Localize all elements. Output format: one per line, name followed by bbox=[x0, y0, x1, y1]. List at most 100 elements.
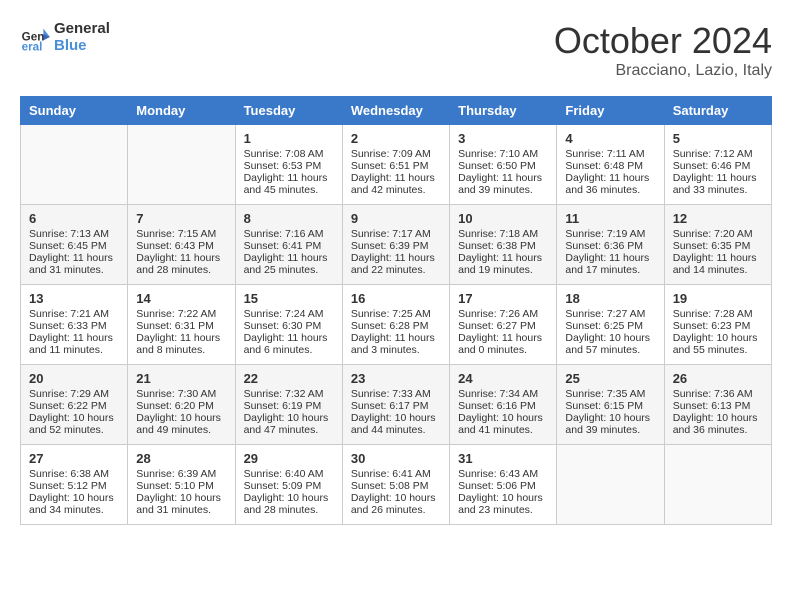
day-header-saturday: Saturday bbox=[664, 97, 771, 125]
sunset-text: Sunset: 6:36 PM bbox=[565, 240, 655, 252]
day-cell: 26Sunrise: 7:36 AMSunset: 6:13 PMDayligh… bbox=[664, 365, 771, 445]
day-number: 24 bbox=[458, 371, 548, 386]
day-cell: 30Sunrise: 6:41 AMSunset: 5:08 PMDayligh… bbox=[342, 445, 449, 525]
sunset-text: Sunset: 6:41 PM bbox=[244, 240, 334, 252]
day-number: 19 bbox=[673, 291, 763, 306]
day-number: 1 bbox=[244, 131, 334, 146]
sunrise-text: Sunrise: 7:15 AM bbox=[136, 228, 226, 240]
sunset-text: Sunset: 6:53 PM bbox=[244, 160, 334, 172]
sunset-text: Sunset: 5:09 PM bbox=[244, 480, 334, 492]
day-cell: 6Sunrise: 7:13 AMSunset: 6:45 PMDaylight… bbox=[21, 205, 128, 285]
daylight-text: Daylight: 10 hours and 41 minutes. bbox=[458, 412, 548, 436]
sunrise-text: Sunrise: 7:30 AM bbox=[136, 388, 226, 400]
day-cell: 21Sunrise: 7:30 AMSunset: 6:20 PMDayligh… bbox=[128, 365, 235, 445]
daylight-text: Daylight: 10 hours and 49 minutes. bbox=[136, 412, 226, 436]
sunrise-text: Sunrise: 7:22 AM bbox=[136, 308, 226, 320]
sunset-text: Sunset: 6:45 PM bbox=[29, 240, 119, 252]
day-cell: 22Sunrise: 7:32 AMSunset: 6:19 PMDayligh… bbox=[235, 365, 342, 445]
sunrise-text: Sunrise: 7:20 AM bbox=[673, 228, 763, 240]
day-number: 6 bbox=[29, 211, 119, 226]
day-header-sunday: Sunday bbox=[21, 97, 128, 125]
daylight-text: Daylight: 11 hours and 33 minutes. bbox=[673, 172, 763, 196]
sunrise-text: Sunrise: 7:18 AM bbox=[458, 228, 548, 240]
week-row-5: 27Sunrise: 6:38 AMSunset: 5:12 PMDayligh… bbox=[21, 445, 772, 525]
logo-text: GeneralBlue bbox=[54, 20, 110, 55]
day-cell: 17Sunrise: 7:26 AMSunset: 6:27 PMDayligh… bbox=[450, 285, 557, 365]
day-number: 23 bbox=[351, 371, 441, 386]
daylight-text: Daylight: 11 hours and 28 minutes. bbox=[136, 252, 226, 276]
sunset-text: Sunset: 6:22 PM bbox=[29, 400, 119, 412]
daylight-text: Daylight: 11 hours and 3 minutes. bbox=[351, 332, 441, 356]
logo: Gen eral GeneralBlue bbox=[20, 20, 110, 55]
sunset-text: Sunset: 5:06 PM bbox=[458, 480, 548, 492]
day-number: 20 bbox=[29, 371, 119, 386]
header-row: SundayMondayTuesdayWednesdayThursdayFrid… bbox=[21, 97, 772, 125]
day-number: 13 bbox=[29, 291, 119, 306]
sunset-text: Sunset: 6:23 PM bbox=[673, 320, 763, 332]
sunrise-text: Sunrise: 7:24 AM bbox=[244, 308, 334, 320]
daylight-text: Daylight: 10 hours and 26 minutes. bbox=[351, 492, 441, 516]
sunrise-text: Sunrise: 7:19 AM bbox=[565, 228, 655, 240]
sunrise-text: Sunrise: 7:10 AM bbox=[458, 148, 548, 160]
day-cell: 16Sunrise: 7:25 AMSunset: 6:28 PMDayligh… bbox=[342, 285, 449, 365]
day-number: 11 bbox=[565, 211, 655, 226]
day-cell: 18Sunrise: 7:27 AMSunset: 6:25 PMDayligh… bbox=[557, 285, 664, 365]
daylight-text: Daylight: 11 hours and 11 minutes. bbox=[29, 332, 119, 356]
sunrise-text: Sunrise: 6:39 AM bbox=[136, 468, 226, 480]
sunset-text: Sunset: 6:35 PM bbox=[673, 240, 763, 252]
sunset-text: Sunset: 6:33 PM bbox=[29, 320, 119, 332]
day-number: 9 bbox=[351, 211, 441, 226]
sunrise-text: Sunrise: 6:40 AM bbox=[244, 468, 334, 480]
day-cell: 28Sunrise: 6:39 AMSunset: 5:10 PMDayligh… bbox=[128, 445, 235, 525]
day-cell: 12Sunrise: 7:20 AMSunset: 6:35 PMDayligh… bbox=[664, 205, 771, 285]
daylight-text: Daylight: 10 hours and 55 minutes. bbox=[673, 332, 763, 356]
daylight-text: Daylight: 11 hours and 22 minutes. bbox=[351, 252, 441, 276]
day-number: 5 bbox=[673, 131, 763, 146]
sunrise-text: Sunrise: 7:27 AM bbox=[565, 308, 655, 320]
day-cell: 20Sunrise: 7:29 AMSunset: 6:22 PMDayligh… bbox=[21, 365, 128, 445]
day-cell: 27Sunrise: 6:38 AMSunset: 5:12 PMDayligh… bbox=[21, 445, 128, 525]
day-cell: 3 Sunrise: 7:10 AMSunset: 6:50 PMDaylight… bbox=[450, 125, 557, 205]
location: Bracciano, Lazio, Italy bbox=[554, 62, 772, 80]
daylight-text: Daylight: 11 hours and 39 minutes. bbox=[458, 172, 548, 196]
sunrise-text: Sunrise: 7:25 AM bbox=[351, 308, 441, 320]
sunrise-text: Sunrise: 7:29 AM bbox=[29, 388, 119, 400]
sunset-text: Sunset: 6:13 PM bbox=[673, 400, 763, 412]
day-cell: 9Sunrise: 7:17 AMSunset: 6:39 PMDaylight… bbox=[342, 205, 449, 285]
sunrise-text: Sunrise: 7:09 AM bbox=[351, 148, 441, 160]
day-number: 4 bbox=[565, 131, 655, 146]
sunrise-text: Sunrise: 7:11 AM bbox=[565, 148, 655, 160]
day-cell: 2Sunrise: 7:09 AMSunset: 6:51 PMDaylight… bbox=[342, 125, 449, 205]
day-cell: 4Sunrise: 7:11 AMSunset: 6:48 PMDaylight… bbox=[557, 125, 664, 205]
daylight-text: Daylight: 11 hours and 14 minutes. bbox=[673, 252, 763, 276]
daylight-text: Daylight: 10 hours and 34 minutes. bbox=[29, 492, 119, 516]
sunrise-text: Sunrise: 7:32 AM bbox=[244, 388, 334, 400]
week-row-1: 1Sunrise: 7:08 AMSunset: 6:53 PMDaylight… bbox=[21, 125, 772, 205]
day-cell: 23Sunrise: 7:33 AMSunset: 6:17 PMDayligh… bbox=[342, 365, 449, 445]
day-cell: 14Sunrise: 7:22 AMSunset: 6:31 PMDayligh… bbox=[128, 285, 235, 365]
day-cell: 31Sunrise: 6:43 AMSunset: 5:06 PMDayligh… bbox=[450, 445, 557, 525]
svg-text:eral: eral bbox=[22, 41, 43, 53]
sunset-text: Sunset: 6:30 PM bbox=[244, 320, 334, 332]
sunset-text: Sunset: 6:43 PM bbox=[136, 240, 226, 252]
sunset-text: Sunset: 6:39 PM bbox=[351, 240, 441, 252]
sunrise-text: Sunrise: 7:36 AM bbox=[673, 388, 763, 400]
day-cell: 15Sunrise: 7:24 AMSunset: 6:30 PMDayligh… bbox=[235, 285, 342, 365]
sunset-text: Sunset: 5:12 PM bbox=[29, 480, 119, 492]
day-cell: 1Sunrise: 7:08 AMSunset: 6:53 PMDaylight… bbox=[235, 125, 342, 205]
day-cell: 19Sunrise: 7:28 AMSunset: 6:23 PMDayligh… bbox=[664, 285, 771, 365]
day-number: 3 bbox=[458, 131, 548, 146]
week-row-3: 13Sunrise: 7:21 AMSunset: 6:33 PMDayligh… bbox=[21, 285, 772, 365]
daylight-text: Daylight: 11 hours and 31 minutes. bbox=[29, 252, 119, 276]
day-cell: 7Sunrise: 7:15 AMSunset: 6:43 PMDaylight… bbox=[128, 205, 235, 285]
daylight-text: Daylight: 11 hours and 36 minutes. bbox=[565, 172, 655, 196]
day-number: 8 bbox=[244, 211, 334, 226]
daylight-text: Daylight: 10 hours and 31 minutes. bbox=[136, 492, 226, 516]
day-number: 25 bbox=[565, 371, 655, 386]
sunrise-text: Sunrise: 7:33 AM bbox=[351, 388, 441, 400]
day-number: 30 bbox=[351, 451, 441, 466]
sunset-text: Sunset: 6:31 PM bbox=[136, 320, 226, 332]
sunset-text: Sunset: 6:20 PM bbox=[136, 400, 226, 412]
sunrise-text: Sunrise: 7:34 AM bbox=[458, 388, 548, 400]
sunset-text: Sunset: 6:50 PM bbox=[458, 160, 548, 172]
